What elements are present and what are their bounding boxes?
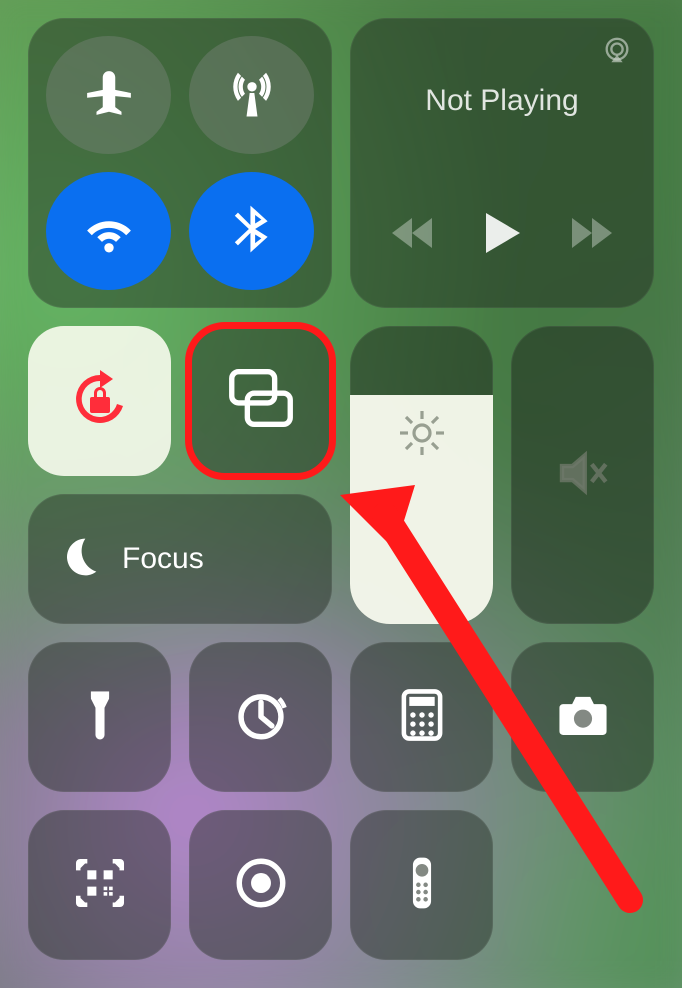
bluetooth-toggle[interactable] [189, 172, 314, 290]
bluetooth-icon [227, 204, 277, 259]
flashlight-button[interactable] [28, 642, 171, 792]
apple-tv-remote-button[interactable] [350, 810, 493, 960]
connectivity-module[interactable] [28, 18, 332, 308]
speaker-mute-icon [555, 445, 611, 506]
airplane-mode-toggle[interactable] [46, 36, 171, 154]
media-module[interactable]: Not Playing [350, 18, 654, 308]
brightness-sun-icon [398, 409, 446, 462]
calculator-icon [393, 686, 451, 749]
airplay-icon[interactable] [602, 36, 632, 71]
previous-track-button[interactable] [392, 216, 434, 255]
screen-record-icon [232, 854, 290, 917]
apple-tv-remote-icon [393, 854, 451, 917]
focus-button[interactable]: Focus [28, 494, 332, 624]
control-center: Not Playing [0, 0, 682, 988]
now-playing-title: Not Playing [425, 84, 578, 118]
screen-mirroring-button[interactable] [189, 326, 332, 476]
next-track-button[interactable] [570, 216, 612, 255]
orientation-lock-icon [68, 367, 132, 436]
wifi-toggle[interactable] [46, 172, 171, 290]
cellular-data-toggle[interactable] [189, 36, 314, 154]
camera-button[interactable] [511, 642, 654, 792]
brightness-slider[interactable] [350, 326, 493, 624]
timer-icon [232, 686, 290, 749]
wifi-icon [84, 204, 134, 259]
timer-button[interactable] [189, 642, 332, 792]
focus-label: Focus [122, 542, 204, 576]
flashlight-icon [71, 686, 129, 749]
moon-icon [56, 535, 100, 584]
screen-mirroring-icon [222, 360, 300, 443]
screen-record-button[interactable] [189, 810, 332, 960]
airplane-icon [84, 68, 134, 123]
camera-icon [554, 686, 612, 749]
orientation-lock-toggle[interactable] [28, 326, 171, 476]
cellular-antenna-icon [227, 68, 277, 123]
calculator-button[interactable] [350, 642, 493, 792]
brightness-fill [350, 395, 493, 624]
media-controls [368, 211, 636, 260]
play-button[interactable] [482, 211, 522, 260]
volume-slider[interactable] [511, 326, 654, 624]
qr-scanner-button[interactable] [28, 810, 171, 960]
qr-scanner-icon [71, 854, 129, 917]
